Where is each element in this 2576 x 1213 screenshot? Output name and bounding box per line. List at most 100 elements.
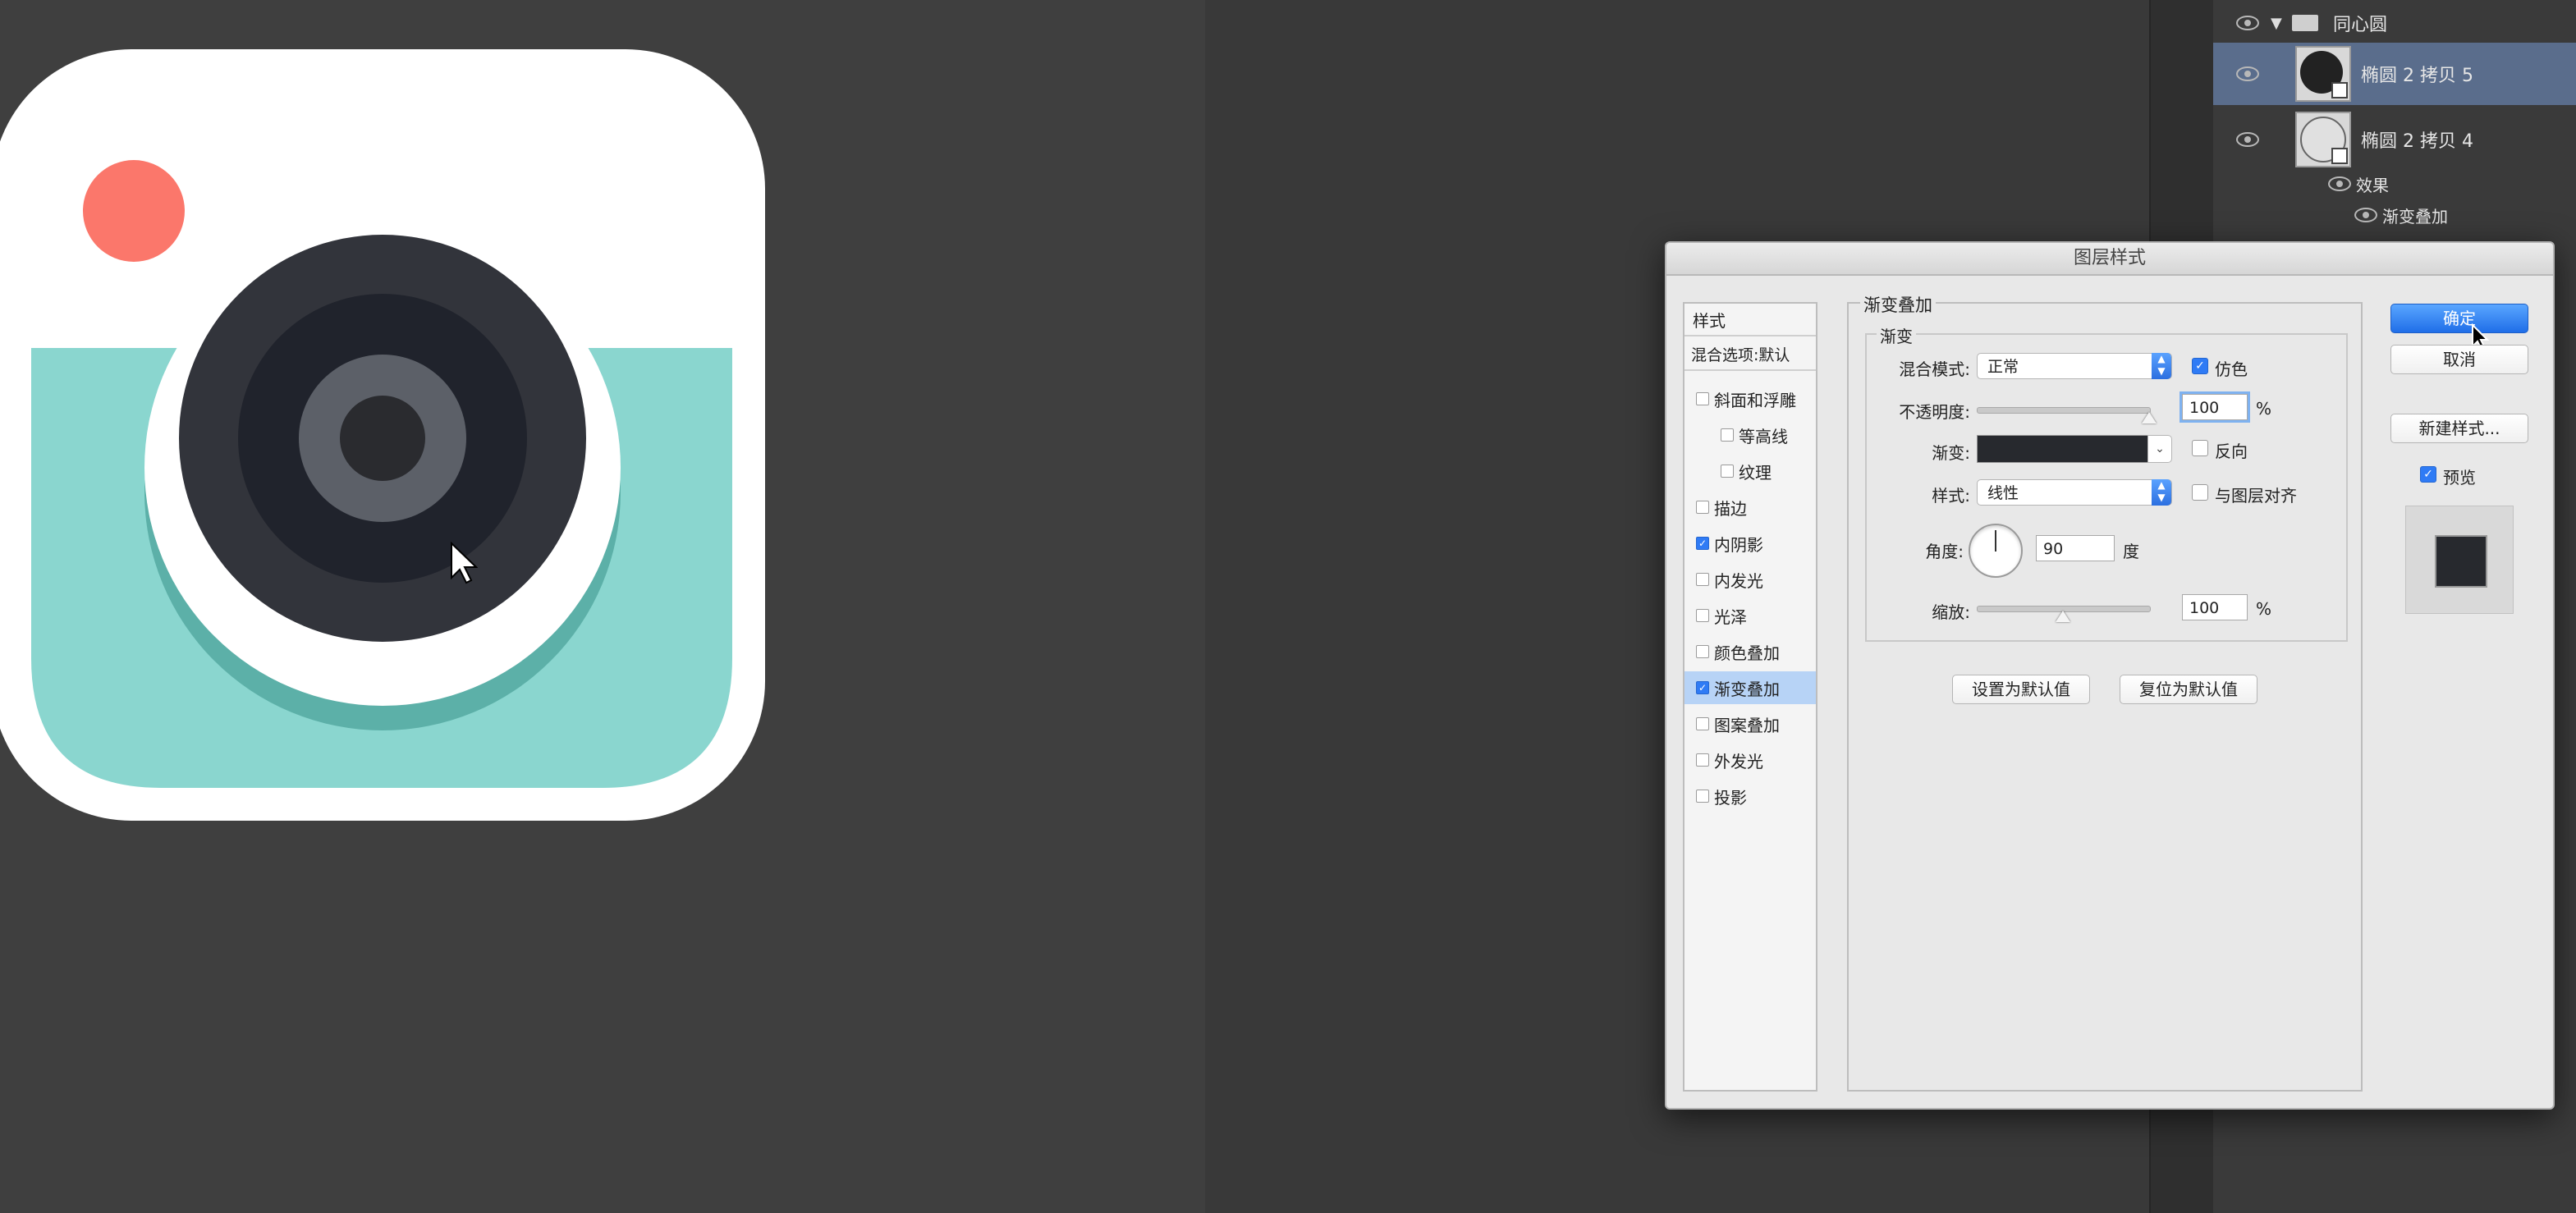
blend-mode-label: 混合模式: <box>1899 359 1970 379</box>
visibility-eye-icon[interactable] <box>2236 132 2259 147</box>
style-checkbox[interactable] <box>1721 428 1734 442</box>
shape-badge-icon <box>2331 148 2348 164</box>
style-checkbox[interactable] <box>1696 573 1709 586</box>
effects-eye-icon[interactable] <box>2328 176 2351 191</box>
style-item[interactable]: 颜色叠加 <box>1684 635 1816 668</box>
style-item-label: 颜色叠加 <box>1714 643 1780 663</box>
style-item[interactable]: 内发光 <box>1684 563 1816 596</box>
lens-pupil <box>340 396 425 481</box>
style-item[interactable]: 外发光 <box>1684 744 1816 776</box>
gradient-subgroup: 渐变 混合模式: 正常 ▲▼ 仿色 不透明度: 100 % 渐变: ⌄ 反向 样… <box>1865 323 2348 642</box>
ok-button[interactable]: 确定 <box>2390 304 2528 333</box>
layer-style-dialog[interactable]: 图层样式 样式 混合选项:默认 斜面和浮雕等高线纹理描边内阴影内发光光泽颜色叠加… <box>1665 241 2555 1110</box>
gradient-style-select[interactable]: 线性 ▲ ▼ <box>1977 479 2172 506</box>
new-style-button[interactable]: 新建样式... <box>2390 414 2528 443</box>
layer-thumbnail <box>2295 112 2351 167</box>
style-label: 样式: <box>1932 486 1970 506</box>
align-with-layer-checkbox[interactable] <box>2192 484 2208 501</box>
layer-effects-row[interactable]: 效果 <box>2213 169 2576 199</box>
make-default-button[interactable]: 设置为默认值 <box>1952 675 2090 704</box>
layer-effect-item-row[interactable]: 渐变叠加 <box>2213 200 2576 230</box>
layer-name: 椭圆 2 拷贝 5 <box>2361 66 2473 86</box>
style-item-label: 图案叠加 <box>1714 715 1780 735</box>
mouse-cursor-icon <box>451 542 478 584</box>
style-item[interactable]: 描边 <box>1684 491 1816 524</box>
shape-badge-icon <box>2331 82 2348 98</box>
scale-slider-handle[interactable] <box>2056 611 2070 622</box>
opacity-label: 不透明度: <box>1899 402 1970 422</box>
folder-icon <box>2292 15 2318 31</box>
styles-list[interactable]: 样式 混合选项:默认 斜面和浮雕等高线纹理描边内阴影内发光光泽颜色叠加渐变叠加图… <box>1683 302 1817 1092</box>
visibility-eye-icon[interactable] <box>2236 16 2259 30</box>
style-item-label: 纹理 <box>1739 462 1772 483</box>
style-checkbox[interactable] <box>1696 681 1709 694</box>
style-item[interactable]: 渐变叠加 <box>1684 671 1816 704</box>
dither-checkbox[interactable] <box>2192 358 2208 374</box>
style-item[interactable]: 图案叠加 <box>1684 707 1816 740</box>
opacity-unit: % <box>2256 399 2272 419</box>
style-checkbox[interactable] <box>1721 465 1734 478</box>
style-item-label: 投影 <box>1714 787 1747 808</box>
style-checkbox[interactable] <box>1696 790 1709 803</box>
stepper-arrows-icon: ▲ ▼ <box>2152 353 2171 379</box>
style-checkbox[interactable] <box>1696 645 1709 658</box>
gradient-overlay-title: 渐变叠加 <box>1860 292 1936 317</box>
styles-header[interactable]: 样式 <box>1684 304 1816 336</box>
reset-default-button[interactable]: 复位为默认值 <box>2120 675 2257 704</box>
layer-thumbnail <box>2295 46 2351 102</box>
style-checkbox[interactable] <box>1696 609 1709 622</box>
stepper-arrows-icon: ▲ ▼ <box>2152 479 2171 506</box>
expand-triangle-icon[interactable]: ▼ <box>2271 15 2282 32</box>
layer-group-row[interactable]: ▼ 同心圆 <box>2213 5 2576 41</box>
style-item[interactable]: 内阴影 <box>1684 527 1816 560</box>
style-item[interactable]: 光泽 <box>1684 599 1816 632</box>
effect-eye-icon[interactable] <box>2354 208 2377 222</box>
angle-dial-needle-icon <box>1995 530 1996 552</box>
camera-app-icon <box>0 49 765 821</box>
gradient-style-value: 线性 <box>1987 484 2019 502</box>
blend-mode-value: 正常 <box>1987 358 2019 376</box>
layer-group-name: 同心圆 <box>2333 15 2388 35</box>
angle-unit: 度 <box>2123 542 2139 561</box>
reverse-checkbox[interactable] <box>2192 440 2208 456</box>
angle-input[interactable]: 90 <box>2036 535 2115 561</box>
style-item-label: 内阴影 <box>1714 534 1763 555</box>
style-checkbox[interactable] <box>1696 392 1709 405</box>
style-item[interactable]: 等高线 <box>1684 419 1816 451</box>
style-item-label: 外发光 <box>1714 751 1763 771</box>
document-canvas[interactable] <box>0 0 1205 1213</box>
style-checkbox[interactable] <box>1696 501 1709 514</box>
opacity-slider[interactable] <box>1977 407 2151 414</box>
style-preview-square <box>2435 535 2487 588</box>
angle-dial-control[interactable] <box>1969 524 2023 578</box>
blend-mode-select[interactable]: 正常 ▲ ▼ <box>1977 353 2172 379</box>
layer-row[interactable]: 椭圆 2 拷贝 4 <box>2213 108 2576 171</box>
preview-label: 预览 <box>2443 468 2476 487</box>
style-checkbox[interactable] <box>1696 753 1709 767</box>
scale-label: 缩放: <box>1932 602 1970 622</box>
scale-input[interactable]: 100 <box>2182 594 2248 620</box>
style-item-label: 光泽 <box>1714 606 1747 627</box>
layer-row-selected[interactable]: 椭圆 2 拷贝 5 <box>2213 43 2576 105</box>
style-item-label: 内发光 <box>1714 570 1763 591</box>
gradient-dropdown-button[interactable]: ⌄ <box>2147 435 2172 463</box>
style-item[interactable]: 纹理 <box>1684 455 1816 487</box>
style-checkbox[interactable] <box>1696 537 1709 550</box>
blend-options-item[interactable]: 混合选项:默认 <box>1684 338 1816 371</box>
align-with-layer-label: 与图层对齐 <box>2215 486 2297 506</box>
cancel-button[interactable]: 取消 <box>2390 345 2528 374</box>
opacity-slider-handle[interactable] <box>2142 412 2157 423</box>
opacity-input[interactable]: 100 <box>2182 394 2248 420</box>
style-item[interactable]: 斜面和浮雕 <box>1684 382 1816 415</box>
dialog-title: 图层样式 <box>1666 243 2553 276</box>
icon-red-dot <box>83 160 185 262</box>
style-item[interactable]: 投影 <box>1684 780 1816 812</box>
preview-checkbox[interactable] <box>2420 466 2436 483</box>
visibility-eye-icon[interactable] <box>2236 66 2259 81</box>
blend-options-label: 混合选项:默认 <box>1691 346 1790 364</box>
style-preview-swatch <box>2405 506 2514 614</box>
style-checkbox[interactable] <box>1696 717 1709 730</box>
gradient-label: 渐变: <box>1932 443 1970 463</box>
layer-name: 椭圆 2 拷贝 4 <box>2361 131 2473 152</box>
gradient-swatch[interactable] <box>1977 435 2149 463</box>
